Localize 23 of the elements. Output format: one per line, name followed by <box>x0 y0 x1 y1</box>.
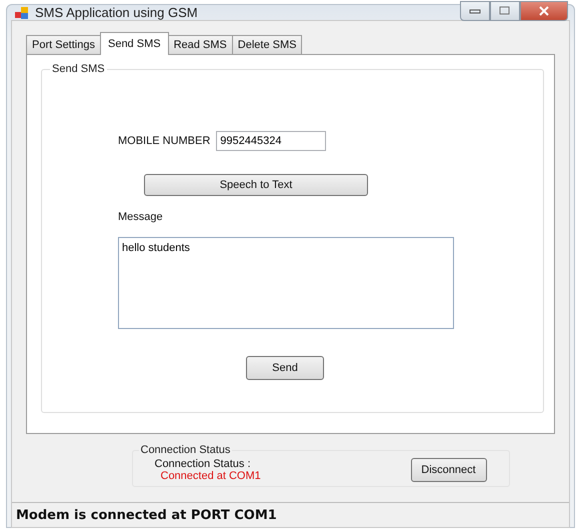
tab[interactable]: Send SMS <box>100 32 169 55</box>
window-title: SMS Application using GSM <box>35 5 198 20</box>
disconnect-button[interactable]: Disconnect <box>410 458 486 482</box>
maximize-icon <box>499 6 511 16</box>
app-icon <box>15 6 29 20</box>
close-button[interactable] <box>520 1 568 21</box>
message-label: Message <box>118 211 164 223</box>
connection-status-value: Connected at COM1 <box>160 470 262 482</box>
tab[interactable]: Delete SMS <box>232 35 302 54</box>
maximize-button[interactable] <box>490 1 520 21</box>
close-icon <box>538 6 550 16</box>
connection-status-label: Connection Status : <box>154 458 252 470</box>
minimize-icon <box>469 8 481 14</box>
tab[interactable]: Port Settings <box>26 35 101 54</box>
mobile-number-label: MOBILE NUMBER <box>118 135 210 147</box>
tab[interactable]: Read SMS <box>168 35 233 54</box>
mobile-number-field[interactable]: 9952445324 <box>216 131 326 151</box>
message-field[interactable]: hello students <box>118 237 454 329</box>
minimize-button[interactable] <box>460 1 490 21</box>
send-button[interactable]: Send <box>246 356 324 380</box>
group-title: Send SMS <box>51 63 106 75</box>
speech-to-text-button[interactable]: Speech to Text <box>144 174 368 196</box>
group-title: Connection Status <box>140 444 232 456</box>
